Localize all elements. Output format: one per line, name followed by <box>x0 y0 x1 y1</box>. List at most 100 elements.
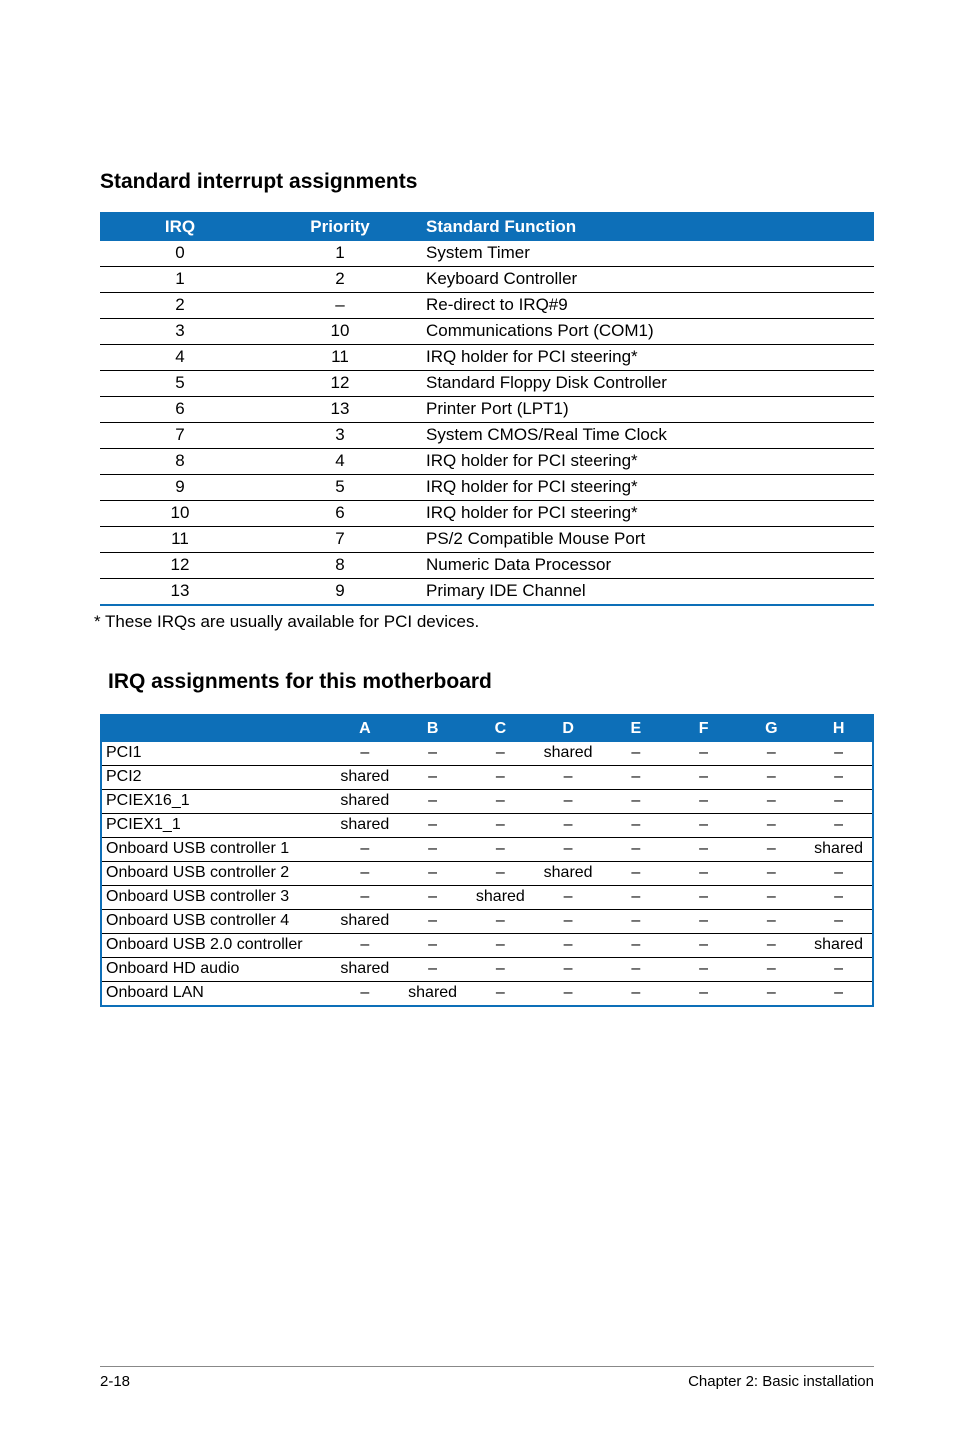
cell: Standard Floppy Disk Controller <box>420 371 874 397</box>
cell: – <box>805 814 873 838</box>
cell: – <box>602 886 670 910</box>
irq-assignments-table: ABCDEFGH PCI1–––shared––––PCI2shared––––… <box>100 714 874 1007</box>
table-row: PCI2shared––––––– <box>101 766 873 790</box>
cell: 13 <box>100 579 260 606</box>
col-device <box>101 715 331 742</box>
table-row: 128Numeric Data Processor <box>100 553 874 579</box>
cell: – <box>670 886 738 910</box>
cell: Numeric Data Processor <box>420 553 874 579</box>
cell: – <box>331 862 399 886</box>
cell: Re-direct to IRQ#9 <box>420 293 874 319</box>
cell: – <box>260 293 420 319</box>
section-title-irq-assignments: IRQ assignments for this motherboard <box>108 670 874 694</box>
cell: – <box>602 790 670 814</box>
device-cell: PCIEX16_1 <box>101 790 331 814</box>
col-h: H <box>805 715 873 742</box>
cell: 10 <box>260 319 420 345</box>
table-row: Onboard USB controller 2–––shared–––– <box>101 862 873 886</box>
cell: – <box>670 958 738 982</box>
cell: – <box>670 790 738 814</box>
cell: – <box>738 934 806 958</box>
cell: – <box>467 838 535 862</box>
cell: – <box>670 910 738 934</box>
cell: – <box>399 766 467 790</box>
cell: – <box>399 934 467 958</box>
cell: shared <box>805 934 873 958</box>
cell: Primary IDE Channel <box>420 579 874 606</box>
cell: – <box>602 742 670 766</box>
cell: 3 <box>100 319 260 345</box>
col-e: E <box>602 715 670 742</box>
cell: 6 <box>260 501 420 527</box>
device-cell: PCIEX1_1 <box>101 814 331 838</box>
cell: – <box>738 958 806 982</box>
cell: – <box>738 766 806 790</box>
cell: 8 <box>260 553 420 579</box>
cell: – <box>602 838 670 862</box>
cell: shared <box>331 790 399 814</box>
cell: shared <box>331 766 399 790</box>
cell: – <box>805 742 873 766</box>
device-cell: Onboard HD audio <box>101 958 331 982</box>
cell: – <box>602 814 670 838</box>
cell: System Timer <box>420 241 874 267</box>
cell: – <box>670 838 738 862</box>
cell: – <box>534 934 602 958</box>
cell: – <box>738 862 806 886</box>
chapter-label: Chapter 2: Basic installation <box>688 1373 874 1390</box>
cell: – <box>467 958 535 982</box>
device-cell: Onboard USB 2.0 controller <box>101 934 331 958</box>
cell: 2 <box>100 293 260 319</box>
cell: – <box>670 982 738 1007</box>
table-row: Onboard USB controller 4shared––––––– <box>101 910 873 934</box>
device-cell: Onboard USB controller 2 <box>101 862 331 886</box>
table-row: 2–Re-direct to IRQ#9 <box>100 293 874 319</box>
device-cell: Onboard USB controller 1 <box>101 838 331 862</box>
cell: 5 <box>100 371 260 397</box>
cell: Keyboard Controller <box>420 267 874 293</box>
cell: 2 <box>260 267 420 293</box>
cell: – <box>534 766 602 790</box>
cell: PS/2 Compatible Mouse Port <box>420 527 874 553</box>
table-row: Onboard HD audioshared––––––– <box>101 958 873 982</box>
col-priority: Priority <box>260 213 420 241</box>
cell: IRQ holder for PCI steering* <box>420 449 874 475</box>
cell: – <box>467 910 535 934</box>
cell: – <box>534 910 602 934</box>
cell: 9 <box>260 579 420 606</box>
table-row: PCI1–––shared–––– <box>101 742 873 766</box>
page-number: 2-18 <box>100 1373 130 1390</box>
cell: – <box>602 862 670 886</box>
cell: 4 <box>260 449 420 475</box>
cell: 3 <box>260 423 420 449</box>
cell: – <box>738 838 806 862</box>
cell: – <box>738 742 806 766</box>
table-row: 139Primary IDE Channel <box>100 579 874 606</box>
table-row: Onboard USB 2.0 controller–––––––shared <box>101 934 873 958</box>
cell: IRQ holder for PCI steering* <box>420 345 874 371</box>
table-row: 73System CMOS/Real Time Clock <box>100 423 874 449</box>
cell: – <box>399 814 467 838</box>
cell: – <box>670 934 738 958</box>
cell: – <box>331 742 399 766</box>
cell: 12 <box>260 371 420 397</box>
cell: – <box>534 982 602 1007</box>
cell: – <box>331 982 399 1007</box>
col-d: D <box>534 715 602 742</box>
cell: – <box>331 838 399 862</box>
cell: – <box>738 790 806 814</box>
cell: – <box>602 982 670 1007</box>
cell: – <box>670 814 738 838</box>
col-f: F <box>670 715 738 742</box>
cell: 1 <box>260 241 420 267</box>
table-row: 310Communications Port (COM1) <box>100 319 874 345</box>
cell: – <box>602 766 670 790</box>
cell: 13 <box>260 397 420 423</box>
cell: shared <box>399 982 467 1007</box>
cell: – <box>738 982 806 1007</box>
cell: – <box>399 886 467 910</box>
cell: 9 <box>100 475 260 501</box>
cell: – <box>534 790 602 814</box>
cell: – <box>399 838 467 862</box>
cell: – <box>467 862 535 886</box>
